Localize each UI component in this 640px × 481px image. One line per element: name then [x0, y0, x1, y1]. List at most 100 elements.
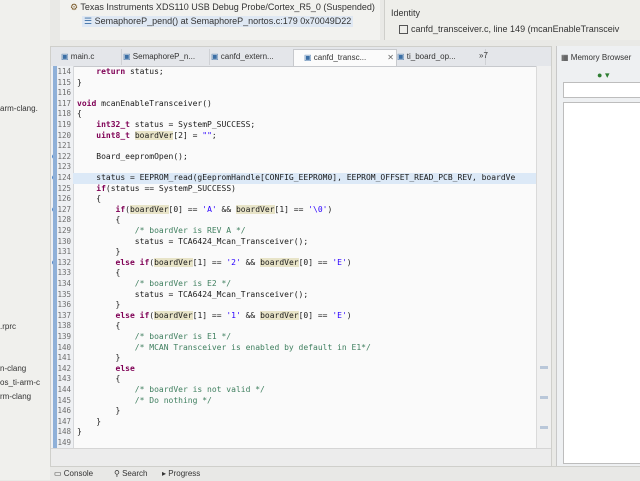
- editor-tab[interactable]: ▣ SemaphoreP_n...: [113, 49, 210, 65]
- line-number: 142: [57, 363, 71, 373]
- code-line: status = TCA6424_Mcan_Transceiver();: [73, 290, 537, 301]
- line-number: 129: [57, 226, 71, 235]
- code-line: Board_eepromOpen();: [73, 152, 537, 163]
- line-number: 117: [57, 98, 71, 108]
- code-line: {: [73, 268, 537, 279]
- line-number: 145: [57, 395, 71, 405]
- code-line-text: /* MCAN Transceiver is enabled by defaul…: [134, 342, 371, 352]
- code-line-text: if(status == SystemP_SUCCESS): [96, 183, 236, 193]
- code-line: {: [73, 109, 537, 120]
- code-line: void mcanEnableTransceiver(): [73, 99, 537, 110]
- line-number: 149: [57, 438, 71, 447]
- code-line: {: [73, 321, 537, 332]
- c-file-icon: ▣: [397, 52, 407, 61]
- line-number: 114: [57, 67, 71, 76]
- editor-tab[interactable]: ▣ ti_board_op...: [387, 49, 486, 65]
- code-line: else: [73, 364, 537, 375]
- memory-tab-label: Memory Browser: [570, 53, 632, 62]
- code-line-text: uint8_t boardVer[2] = "";: [96, 130, 217, 140]
- code-line: if(status == SystemP_SUCCESS): [73, 184, 537, 195]
- editor-tab[interactable]: ▣ main.c: [51, 49, 122, 65]
- editor-tab[interactable]: ▣ canfd_extern...: [201, 49, 302, 65]
- code-line-text: status = TCA6424_Mcan_Transceiver();: [77, 289, 309, 299]
- editor-tab-label: main.c: [70, 52, 95, 61]
- c-file-icon: ▣: [123, 52, 133, 61]
- code-line-text: if(boardVer[0] == 'A' && boardVer[1] == …: [115, 204, 333, 214]
- line-number: 131: [57, 247, 71, 257]
- project-item[interactable]: n-clang: [0, 364, 26, 373]
- tab-progress[interactable]: ▸ Progress: [162, 469, 200, 478]
- memory-address-input[interactable]: [563, 82, 640, 98]
- memory-go-button[interactable]: ● ▾: [597, 70, 609, 81]
- tab-search[interactable]: ⚲ Search: [114, 469, 147, 478]
- line-number: 124: [57, 173, 71, 182]
- project-item[interactable]: os_ti-arm-c: [0, 378, 40, 387]
- console-icon: ▭: [54, 469, 64, 478]
- editor-tab-label: canfd_extern...: [220, 52, 274, 61]
- code-line-text: {: [77, 215, 121, 225]
- line-number: 138: [57, 321, 71, 331]
- breakpoint-row[interactable]: canfd_transceiver.c, line 149 (mcanEnabl…: [399, 24, 619, 35]
- code-line: }: [73, 247, 537, 258]
- code-line: status = EEPROM_read(gEepromHandle[CONFI…: [73, 173, 537, 184]
- debug-target-line[interactable]: ⚙ Texas Instruments XDS110 USB Debug Pro…: [70, 2, 375, 13]
- line-number: 125: [57, 183, 71, 193]
- code-line-text: }: [77, 427, 82, 437]
- breakpoints-panel: Identity canfd_transceiver.c, line 149 (…: [384, 0, 640, 40]
- line-number: 134: [57, 279, 71, 288]
- console-label: Console: [63, 469, 94, 478]
- line-number: 132: [57, 257, 71, 267]
- go-icon: ●: [597, 70, 603, 80]
- line-number: 136: [57, 300, 71, 310]
- checkbox-icon[interactable]: [399, 25, 408, 35]
- code-line: }: [73, 406, 537, 417]
- line-number: 120: [57, 130, 71, 140]
- vertical-scrollbar[interactable]: [536, 66, 551, 449]
- code-line-text: else: [115, 363, 135, 373]
- line-number: 121: [57, 141, 71, 151]
- code-line-text: /* Do nothing */: [134, 395, 212, 405]
- code-line: int32_t status = SystemP_SUCCESS;: [73, 120, 537, 131]
- line-number: 140: [57, 342, 71, 352]
- tabs-overflow-button[interactable]: »7: [479, 51, 488, 60]
- code-line-text: status = TCA6424_Mcan_Transceiver();: [77, 236, 309, 246]
- line-number: 115: [57, 77, 71, 87]
- stack-frame-line[interactable]: ☰ SemaphoreP_pend() at SemaphoreP_nortos…: [82, 16, 354, 27]
- memory-browser-tab[interactable]: ▦ Memory Browser: [561, 50, 640, 66]
- line-number: 144: [57, 385, 71, 394]
- code-area[interactable]: return status;} void mcanEnableTransceive…: [73, 66, 537, 449]
- debug-target-label: Texas Instruments XDS110 USB Debug Probe…: [80, 2, 375, 12]
- code-line: }: [73, 427, 537, 438]
- code-line: }: [73, 417, 537, 428]
- code-line-text: void mcanEnableTransceiver(): [77, 98, 212, 108]
- tab-console[interactable]: ▭ Console: [54, 469, 93, 478]
- project-item[interactable]: rm-clang: [0, 392, 31, 401]
- code-line-text: }: [77, 247, 121, 257]
- code-line-text: Board_eepromOpen();: [77, 151, 188, 161]
- code-line: /* boardVer is not valid */: [73, 385, 537, 396]
- project-explorer-strip: arm-clang. .rprc n-clang os_ti-arm-c rm-clan…: [0, 0, 50, 480]
- code-line-text: }: [77, 353, 121, 363]
- code-line-text: }: [77, 77, 82, 87]
- code-line-text: }: [77, 300, 121, 310]
- c-file-icon: ▣: [211, 52, 221, 61]
- line-number: 118: [57, 109, 71, 119]
- horizontal-scrollbar[interactable]: [51, 448, 551, 467]
- project-item[interactable]: .rprc: [0, 322, 16, 331]
- editor-tab[interactable]: ▣ canfd_transc... ✕: [293, 49, 397, 66]
- code-line-text: status = EEPROM_read(gEepromHandle[CONFI…: [77, 173, 516, 182]
- line-number: 128: [57, 215, 71, 225]
- debug-view: ⚙ Texas Instruments XDS110 USB Debug Pro…: [60, 0, 380, 40]
- code-line: /* boardVer is REV A */: [73, 226, 537, 237]
- search-label: Search: [122, 469, 148, 478]
- identity-header: Identity: [391, 8, 421, 18]
- code-line-text: {: [77, 321, 121, 331]
- progress-label: Progress: [168, 469, 201, 478]
- code-line: uint8_t boardVer[2] = "";: [73, 130, 537, 142]
- code-editor: ▣ main.c ▣ SemaphoreP_n... ▣ canfd_extern.…: [50, 46, 552, 468]
- line-number: 123: [57, 162, 71, 172]
- fold-bar: [53, 66, 57, 449]
- line-number: 148: [57, 427, 71, 437]
- project-item[interactable]: arm-clang.: [0, 104, 38, 113]
- line-number: 139: [57, 332, 71, 341]
